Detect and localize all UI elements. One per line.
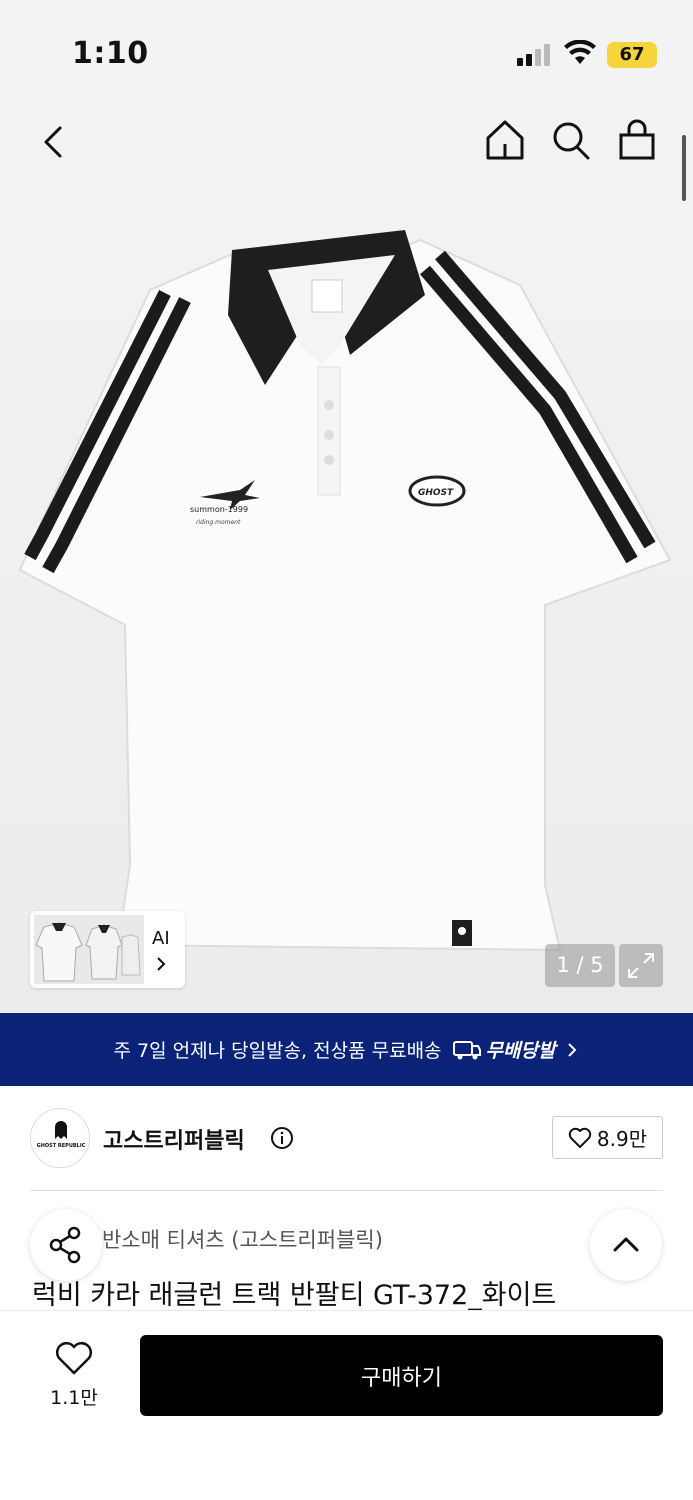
banner-brand-label: 무배당발 xyxy=(485,1040,556,1062)
info-icon[interactable] xyxy=(270,1126,294,1150)
expand-icon[interactable] xyxy=(619,944,663,987)
share-icon xyxy=(49,1226,81,1264)
ghost-logo-icon xyxy=(55,1121,67,1139)
scrollbar[interactable] xyxy=(682,135,686,201)
chest-print-subtext: riding moment xyxy=(196,519,241,526)
thumbnail-strip xyxy=(34,915,144,984)
shipping-banner[interactable]: 주 7일 언제나 당일발송, 전상품 무료배송 무배당발 xyxy=(0,1013,693,1086)
product-category[interactable]: 반소매 티셔츠 (고스트리퍼블릭) xyxy=(102,1224,383,1254)
seller-row[interactable]: GHOST REPUBLIC 고스트리퍼블릭 8.9만 xyxy=(30,1108,663,1168)
signal-icon xyxy=(517,44,550,66)
heart-icon xyxy=(56,1342,92,1375)
chest-print-text: summon-1999 xyxy=(190,505,248,514)
product-title: 럭비 카라 래글런 트랙 반팔티 GT-372_화이트 xyxy=(32,1280,557,1311)
wifi-icon xyxy=(564,40,596,64)
chevron-right-icon xyxy=(568,1042,577,1057)
product-image[interactable]: summon-1999 riding moment GHOST xyxy=(0,105,693,1013)
chevron-left-icon[interactable] xyxy=(36,120,76,164)
seller-like-button[interactable]: 8.9만 xyxy=(552,1116,663,1159)
share-button[interactable] xyxy=(30,1209,102,1281)
heart-icon xyxy=(568,1127,592,1148)
banner-text: 주 7일 언제나 당일발송, 전상품 무료배송 xyxy=(113,1040,442,1062)
home-icon[interactable] xyxy=(484,118,526,162)
polo-shirt-image: summon-1999 riding moment GHOST xyxy=(18,230,672,952)
battery-level: 67 xyxy=(619,44,645,65)
delivery-truck-icon xyxy=(452,1040,481,1059)
buy-button[interactable]: 구매하기 xyxy=(140,1335,663,1416)
banner-brand: 무배당발 xyxy=(452,1036,556,1063)
status-bar: 1:10 67 xyxy=(0,0,693,105)
ai-thumbnail-card[interactable]: AI xyxy=(30,911,185,988)
chevron-up-icon xyxy=(613,1237,639,1252)
scroll-top-button[interactable] xyxy=(590,1209,662,1281)
chevron-right-icon xyxy=(157,957,166,971)
seller-like-count: 8.9만 xyxy=(596,1127,648,1151)
image-counter: 1 / 5 xyxy=(545,944,615,987)
bottom-purchase-bar: 1.1만 구매하기 xyxy=(0,1310,693,1500)
ai-label: AI xyxy=(152,928,170,949)
badge-print-text: GHOST xyxy=(418,488,454,498)
shopping-bag-icon[interactable] xyxy=(616,118,658,162)
wishlist-button[interactable]: 1.1만 xyxy=(42,1339,106,1409)
seller-logo[interactable]: GHOST REPUBLIC xyxy=(30,1108,90,1168)
seller-name[interactable]: 고스트리퍼블릭 xyxy=(103,1123,245,1155)
search-icon[interactable] xyxy=(550,118,592,162)
battery-icon: 67 xyxy=(607,42,657,68)
seller-logo-text: GHOST REPUBLIC xyxy=(36,1143,86,1149)
divider xyxy=(30,1190,663,1191)
wishlist-count: 1.1만 xyxy=(50,1387,98,1409)
status-time: 1:10 xyxy=(72,36,149,71)
